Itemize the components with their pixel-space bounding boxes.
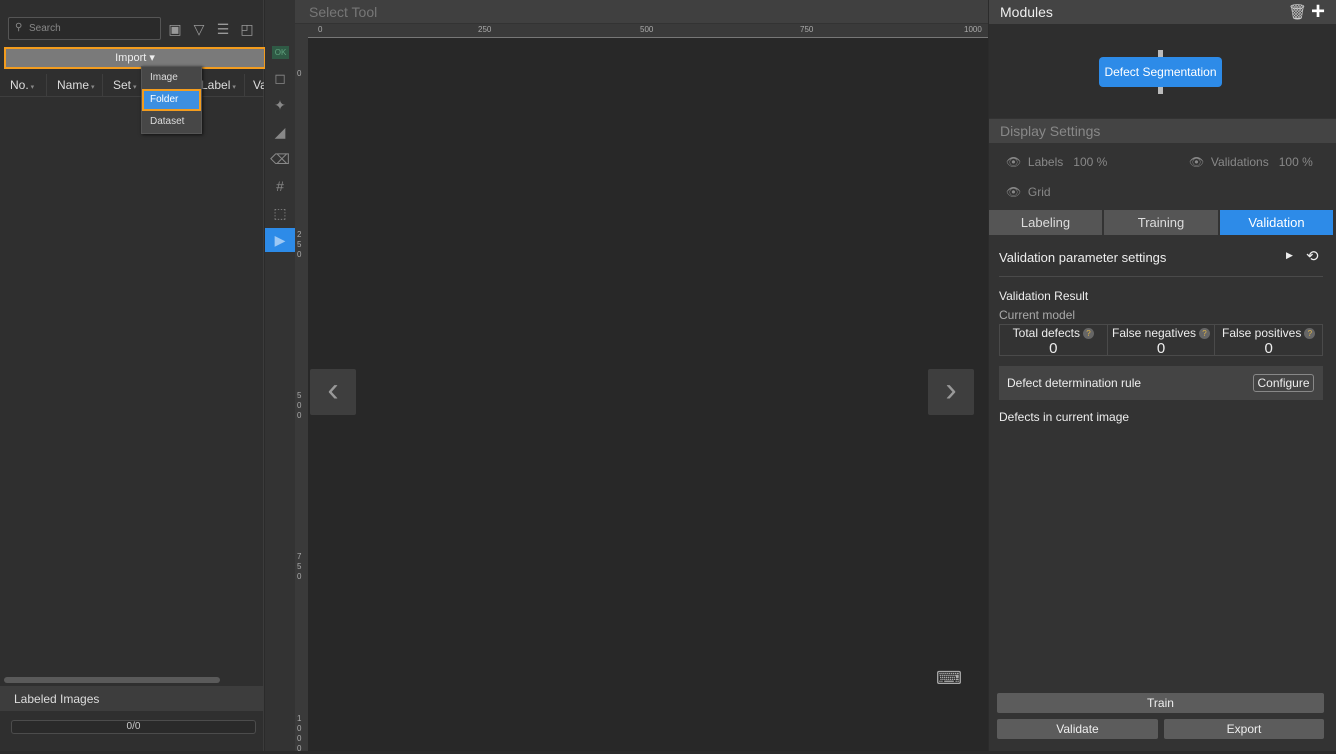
polygon-tool-icon[interactable]: ◻ [265, 66, 295, 90]
fill-tool-icon[interactable]: ◢ [265, 120, 295, 144]
display-settings-header: Display Settings [989, 119, 1336, 143]
grid-tool-icon[interactable]: # [265, 174, 295, 198]
vertical-ruler: 0 250 500 750 1000 [295, 24, 308, 753]
plus-icon[interactable]: + [1311, 0, 1325, 26]
stat-false-negatives: False negatives? 0 [1108, 325, 1216, 357]
v-tick: 250 [297, 230, 302, 259]
tab-labeling[interactable]: Labeling [989, 210, 1102, 235]
ok-badge: OK [272, 46, 289, 59]
history-reset-icon[interactable]: ⟲ [1306, 247, 1319, 265]
import-label: Import [115, 52, 147, 64]
search-input[interactable]: ⚲ Search [8, 17, 161, 40]
help-icon: ? [1304, 328, 1316, 339]
tab-training[interactable]: Training [1104, 210, 1218, 235]
col-va[interactable]: Va [245, 74, 264, 96]
help-icon: ? [1083, 328, 1095, 339]
col-no[interactable]: No. ▾ [0, 74, 47, 96]
import-button[interactable]: Import ▾ [4, 47, 266, 69]
v-tick: 0 [297, 69, 302, 78]
validate-button[interactable]: Validate [997, 719, 1158, 739]
search-icon: ⚲ [15, 22, 23, 33]
h-tick: 500 [640, 25, 654, 34]
menu-item-folder[interactable]: Folder [142, 89, 201, 111]
validation-stats: Total defects? 0 False negatives? 0 False … [999, 324, 1323, 357]
import-menu: Image Folder Dataset [141, 66, 202, 134]
param-settings-label: Validation parameter settings [999, 250, 1167, 265]
eraser-icon[interactable]: ⌫ [265, 147, 295, 171]
filter-icon[interactable]: ▽ [190, 20, 208, 38]
train-button[interactable]: Train [997, 693, 1324, 713]
expand-arrow-icon[interactable]: ▶ [1286, 250, 1293, 261]
menu-item-image[interactable]: Image [142, 67, 201, 89]
roi-select-icon[interactable]: ⬚ [265, 201, 295, 225]
export-button[interactable]: Export [1164, 719, 1324, 739]
module-node-defect-segmentation[interactable]: Defect Segmentation [1099, 57, 1222, 87]
col-name[interactable]: Name ▾ [47, 74, 103, 96]
list-icon[interactable]: ☰ [214, 20, 232, 38]
h-tick: 250 [478, 25, 492, 34]
v-tick: 1000 [297, 714, 302, 753]
menu-item-dataset[interactable]: Dataset [142, 111, 201, 133]
v-tick: 750 [297, 552, 302, 581]
help-icon: ? [1199, 328, 1211, 339]
h-tick: 0 [318, 25, 323, 34]
tool-title: Select Tool [295, 0, 988, 24]
eye-icon: 👁 [1189, 155, 1205, 169]
eye-icon: 👁 [1006, 155, 1022, 169]
stat-total-defects: Total defects? 0 [1000, 325, 1108, 357]
magic-wand-icon[interactable]: ✦ [265, 93, 295, 117]
defects-current-image-label: Defects in current image [999, 410, 1130, 424]
mask-tool-icon[interactable]: ▶ [265, 228, 295, 252]
layout-icon[interactable]: ◰ [238, 20, 256, 38]
validation-result-title: Validation Result [999, 289, 1089, 303]
grid-toggle[interactable]: 👁 Grid [1006, 185, 1051, 199]
h-tick: 750 [800, 25, 814, 34]
horizontal-ruler: 0 250 500 750 1000 [308, 24, 988, 38]
current-model-label: Current model [999, 308, 1076, 322]
eye-icon: 👁 [1006, 185, 1022, 199]
table-header: No. ▾ Name ▾ Set ▾ Label ▾ Va [0, 74, 264, 97]
h-tick: 1000 [964, 25, 982, 34]
tab-validation[interactable]: Validation [1220, 210, 1333, 235]
v-tick: 500 [297, 391, 302, 420]
data-panel [0, 0, 264, 751]
search-placeholder: Search [29, 23, 61, 34]
modules-header: Modules [989, 0, 1336, 24]
labeled-progress-bar: 0/0 [11, 720, 256, 734]
next-image-button[interactable]: › [928, 369, 974, 415]
divider [999, 276, 1323, 277]
image-filter-icon[interactable]: ▣ [166, 20, 184, 38]
stat-false-positives: False positives? 0 [1215, 325, 1322, 357]
labeled-images-header: Labeled Images [0, 686, 264, 711]
labels-toggle[interactable]: 👁 Labels 100 % [1006, 155, 1107, 169]
prev-image-button[interactable]: ‹ [310, 369, 356, 415]
configure-button[interactable]: Configure [1253, 374, 1314, 392]
image-canvas[interactable] [308, 38, 988, 751]
modules-title: Modules [1000, 4, 1053, 20]
validations-toggle[interactable]: 👁 Validations 100 % [1189, 155, 1313, 169]
trash-icon[interactable]: 🗑 [1288, 3, 1307, 21]
horizontal-scrollbar[interactable] [4, 677, 220, 683]
caret-down-icon: ▾ [149, 52, 155, 64]
keyboard-icon[interactable]: ⌨ [935, 668, 963, 688]
